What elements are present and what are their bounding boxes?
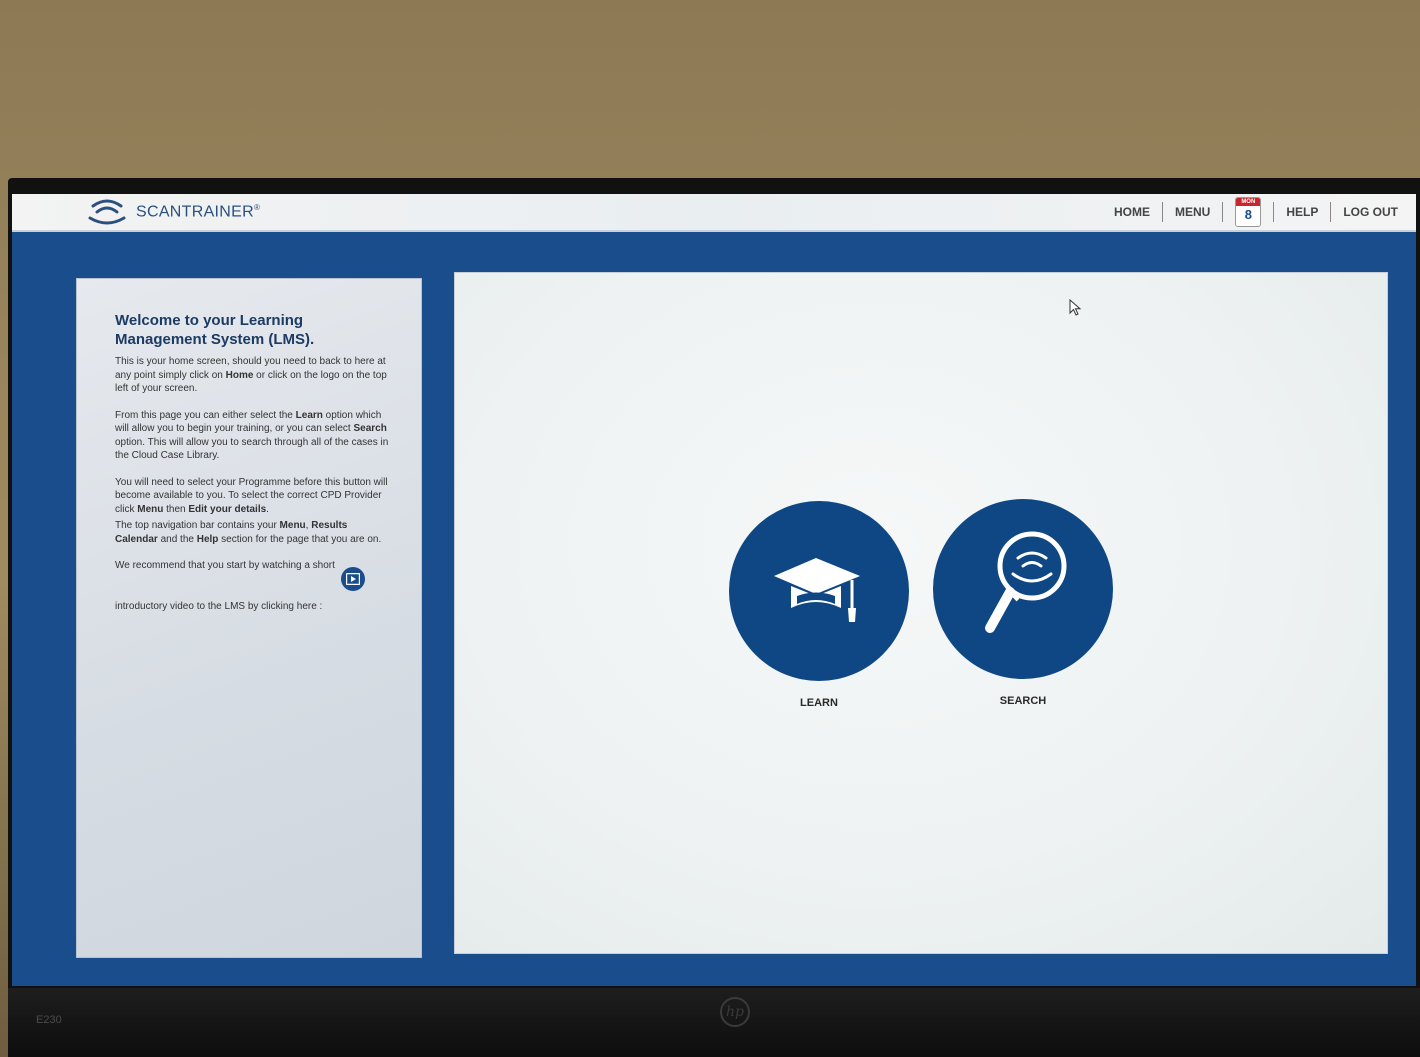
welcome-content: Welcome to your Learning Management Syst… (115, 311, 391, 613)
search-tile[interactable]: SEARCH (933, 499, 1113, 707)
nav-help[interactable]: HELP (1274, 205, 1330, 219)
video-intro: We recommend that you start by watching … (115, 559, 391, 613)
play-video-icon[interactable] (341, 567, 365, 591)
hp-logo-icon: hp (720, 997, 750, 1027)
monitor-bezel (8, 988, 1420, 1057)
search-button[interactable] (933, 499, 1113, 679)
main-panel: LEARN SEARCH (454, 272, 1388, 954)
wave-signal-icon (88, 199, 126, 225)
welcome-paragraph-3: You will need to select your Programme b… (115, 476, 388, 515)
nav-home[interactable]: HOME (1102, 205, 1162, 219)
nav-menu: HOME MENU MON 8 HELP LOG OUT (1102, 194, 1410, 230)
mouse-pointer-icon (1069, 299, 1082, 316)
welcome-paragraph-2: From this page you can either select the… (115, 409, 389, 462)
top-navigation-bar: SCANTRAINER® HOME MENU MON 8 HELP LOG OU… (12, 194, 1416, 232)
welcome-paragraph-1: This is your home screen, should you nee… (115, 356, 387, 394)
home-logo[interactable]: SCANTRAINER® (86, 198, 260, 226)
learn-button[interactable] (729, 501, 909, 681)
logo-text: SCANTRAINER® (136, 202, 261, 221)
nav-menu-item[interactable]: MENU (1163, 205, 1222, 219)
nav-logout[interactable]: LOG OUT (1331, 205, 1410, 219)
calendar-day-name: MON (1236, 198, 1261, 206)
welcome-panel: Welcome to your Learning Management Syst… (76, 278, 422, 958)
monitor-model-label: E230 (36, 1014, 62, 1026)
search-label[interactable]: SEARCH (933, 695, 1113, 707)
nav-divider (1222, 202, 1224, 222)
welcome-title: Welcome to your Learning Management Syst… (115, 312, 315, 348)
calendar-icon[interactable]: MON 8 (1235, 197, 1262, 227)
learn-label[interactable]: LEARN (729, 697, 909, 709)
play-video-glyph (346, 573, 360, 585)
welcome-paragraph-4: The top navigation bar contains your Men… (115, 520, 382, 545)
graduation-cap-icon (774, 558, 860, 622)
lms-screen: SCANTRAINER® HOME MENU MON 8 HELP LOG OU… (12, 194, 1416, 986)
magnifier-signal-icon (985, 531, 1067, 633)
calendar-day-number: 8 (1244, 207, 1252, 222)
learn-tile[interactable]: LEARN (729, 501, 909, 709)
